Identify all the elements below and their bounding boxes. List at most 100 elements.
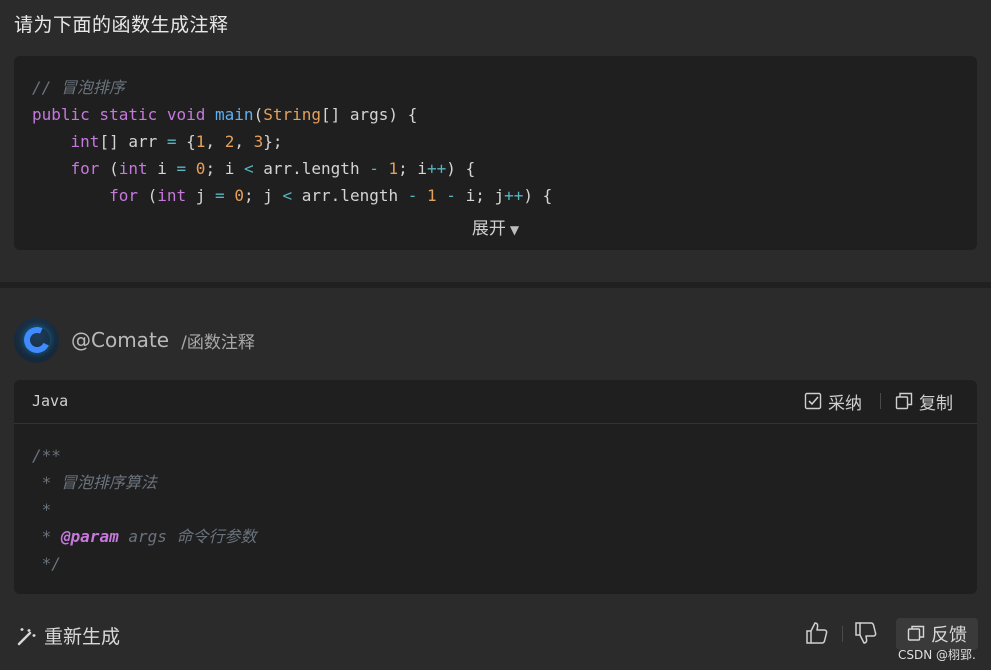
code-token: for [70,159,100,178]
toolbar-divider [880,393,881,409]
code-token: args 命令行参数 [118,527,257,546]
watermark: CSDN @栩郢. [898,648,976,662]
copy-icon [895,392,913,410]
feedback-icon [907,625,925,641]
code-line: public static void main(String[] args) { [32,101,552,128]
code-token: = [166,132,177,151]
code-token: main [215,105,254,124]
code-token: int [157,186,187,205]
code-token: /** [32,446,61,465]
code-token: ( [99,159,119,178]
code-token: ++ [427,159,447,178]
language-label: Java [32,392,69,410]
code-token: * [32,500,52,519]
code-token: [] args) { [321,105,418,124]
code-token: arr.length [292,186,408,205]
source-code-block: // 冒泡排序 public static void main(String[] … [32,74,552,209]
code-toolbar: Java 采纳 复制 [14,380,977,424]
code-token: ) { [446,159,476,178]
code-token: i [147,159,177,178]
code-token: 0 [234,186,244,205]
code-token: = [215,186,225,205]
code-line: /** [32,442,257,469]
code-token: ; i [205,159,244,178]
question-text: 请为下面的函数生成注释 [14,14,229,36]
caret-down-icon: ▼ [509,223,520,237]
code-token: }; [263,132,283,151]
feedback-divider [842,626,843,642]
answer-header: @Comate /函数注释 [14,317,255,363]
expand-label: 展开 [471,219,506,239]
code-token: // 冒泡排序 [32,78,125,97]
code-token: , [205,132,225,151]
code-token: @param [60,527,119,546]
code-token: 0 [195,159,206,178]
copy-label: 复制 [919,393,953,414]
code-token: 1 [388,159,399,178]
code-token: ( [137,186,158,205]
question-section: 请为下面的函数生成注释 // 冒泡排序 public static void ma… [0,0,991,282]
code-token: for [109,186,138,205]
code-token: { [176,132,196,151]
code-token: ; i [398,159,428,178]
source-code-card: // 冒泡排序 public static void main(String[] … [14,56,977,250]
expand-button[interactable]: 展开 ▼ [14,214,977,239]
code-token: ++ [504,186,524,205]
generated-comment-block: /** * 冒泡排序算法 * * @param args 命令行参数 */ [32,442,257,577]
code-token: j [186,186,216,205]
code-token: < [243,159,254,178]
regenerate-button[interactable]: 重新生成 [16,622,120,649]
code-token: < [282,186,293,205]
code-token: , [234,132,254,151]
code-line: for (int i = 0; i < arr.length - 1; i++)… [32,155,552,182]
code-token: i; j [455,186,505,205]
code-line: int[] arr = {1, 2, 3}; [32,128,552,155]
code-token: 1 [427,186,437,205]
code-token: - [369,159,379,178]
code-token: * 冒泡排序算法 [32,473,157,492]
magic-wand-icon [17,627,36,645]
code-token: = [176,159,187,178]
code-line: // 冒泡排序 [32,74,552,101]
code-token: arr.length [253,159,370,178]
action-bar: 重新生成 反馈 [0,612,991,656]
code-token: public static void [32,105,216,124]
regenerate-label: 重新生成 [44,626,121,648]
code-token: int [118,159,148,178]
adopt-button[interactable]: 采纳 [804,389,862,414]
code-token: 1 [195,132,206,151]
code-token: 3 [253,132,264,151]
code-line: * @param args 命令行参数 [32,523,257,550]
code-token: String [263,105,321,124]
code-token: ( [253,105,264,124]
adopt-label: 采纳 [828,393,862,414]
comate-logo-icon [14,317,59,363]
code-token: */ [32,554,61,573]
code-token: - [407,186,418,205]
feedback-label: 反馈 [931,625,967,646]
section-divider [0,282,991,288]
code-token: 2 [224,132,235,151]
code-token: ; j [243,186,283,205]
command-label: /函数注释 [181,332,255,353]
check-square-icon [804,392,822,410]
code-line: */ [32,550,257,577]
bot-name: @Comate [71,328,170,352]
code-token: - [446,186,456,205]
thumbs-up-icon[interactable] [804,620,830,646]
code-line: * [32,496,257,523]
code-line: for (int j = 0; j < arr.length - 1 - i; … [32,182,552,209]
code-line: * 冒泡排序算法 [32,469,257,496]
code-token: int [70,132,100,151]
thumbs-down-icon[interactable] [853,620,879,646]
answer-code-card: Java 采纳 复制 /** * 冒泡排序算法 * * @param args … [14,380,977,594]
copy-button[interactable]: 复制 [895,389,953,414]
code-token: [] arr [99,132,167,151]
